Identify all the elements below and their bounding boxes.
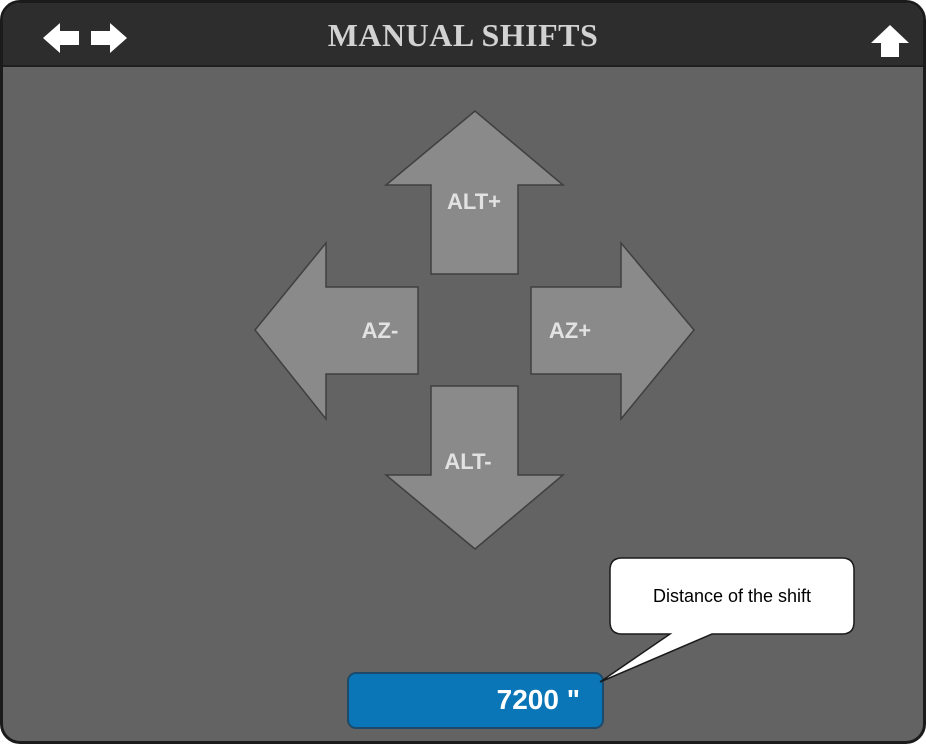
az-plus-label: AZ+ — [549, 318, 591, 343]
az-minus-label: AZ- — [362, 318, 399, 343]
alt-minus-label: ALT- — [444, 449, 491, 474]
alt-minus-button[interactable]: ALT- — [383, 385, 566, 550]
alt-plus-button[interactable]: ALT+ — [383, 110, 566, 275]
az-minus-button[interactable]: AZ- — [254, 240, 419, 422]
az-plus-button[interactable]: AZ+ — [530, 240, 695, 422]
alt-plus-label: ALT+ — [447, 189, 501, 214]
callout-text: Distance of the shift — [652, 585, 812, 606]
shift-distance-field[interactable]: 7200 " — [347, 672, 604, 729]
